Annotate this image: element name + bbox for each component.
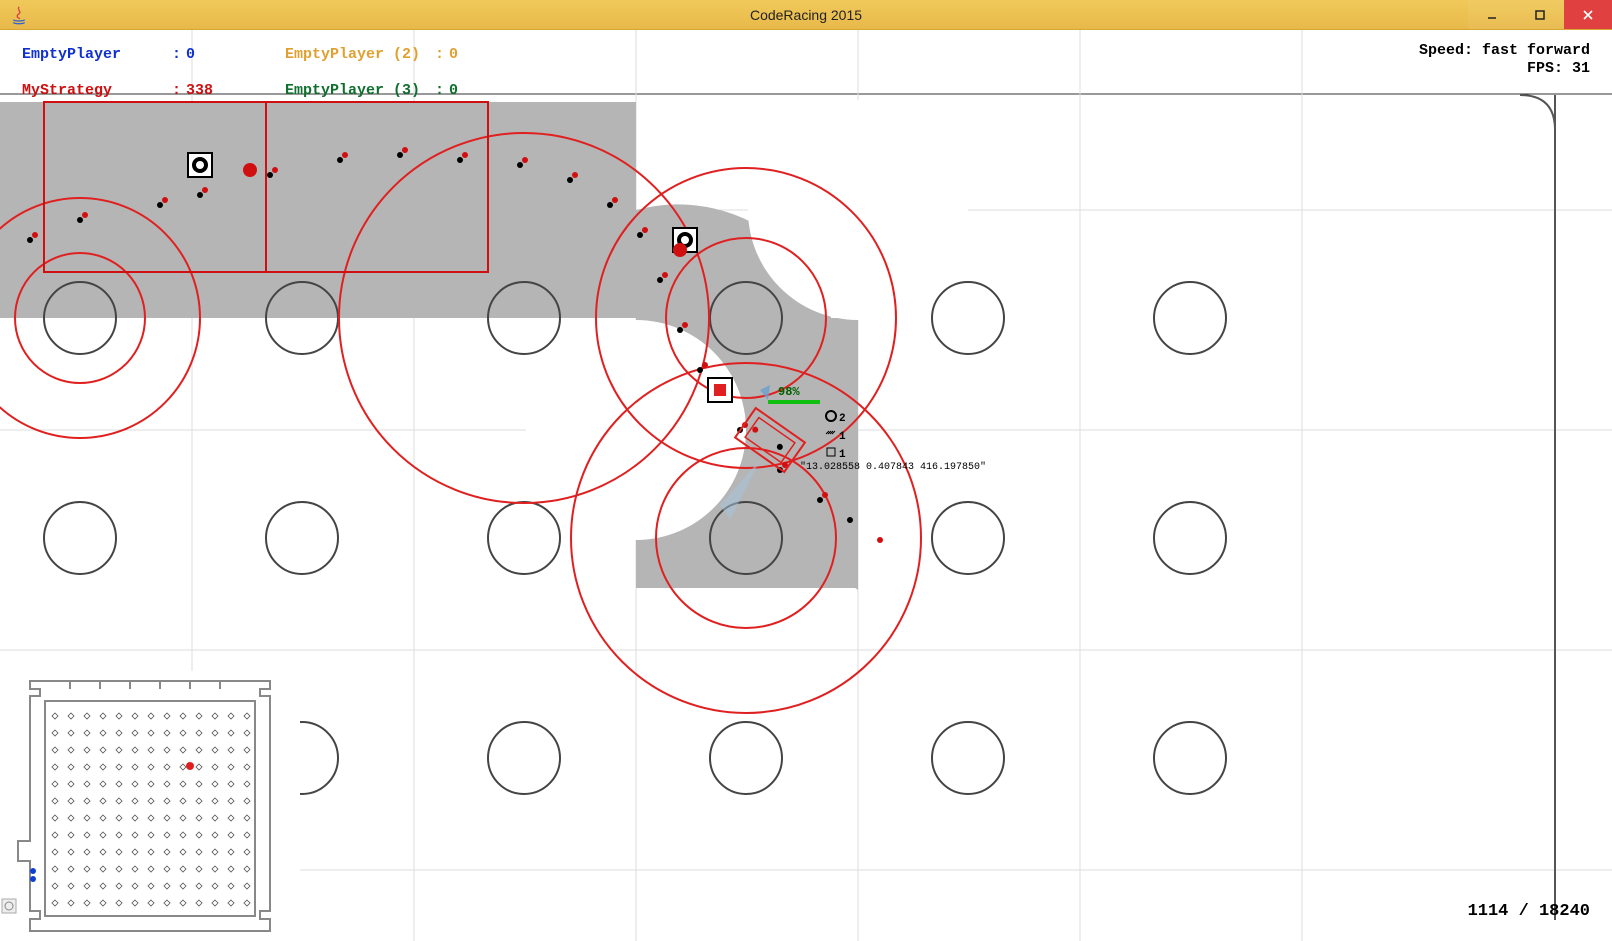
car-health-pct: 98% — [778, 385, 800, 399]
player-score: 0 — [449, 46, 458, 63]
maximize-button[interactable] — [1516, 0, 1564, 29]
tire-icon — [825, 410, 837, 428]
score-player-4: EmptyPlayer (3) : 0 — [285, 82, 458, 99]
player-name: EmptyPlayer — [22, 46, 172, 63]
window-titlebar: CodeRacing 2015 — [0, 0, 1612, 30]
minimize-button[interactable] — [1468, 0, 1516, 29]
java-icon — [8, 4, 30, 26]
speed-value: fast forward — [1482, 42, 1590, 59]
player-score: 0 — [449, 82, 458, 99]
player-name: EmptyPlayer (2) — [285, 46, 435, 63]
frame-current: 1114 — [1468, 902, 1509, 921]
car-stats: 2 1 1 — [825, 410, 846, 464]
car-debug-text: "13.028558 0.407843 416.197850" — [800, 462, 986, 473]
speed-label: Speed: — [1419, 42, 1473, 59]
score-player-3: EmptyPlayer (2) : 0 — [285, 46, 458, 63]
tire-count: 2 — [839, 412, 846, 427]
score-player-2: MyStrategy : 338 — [22, 82, 213, 99]
close-button[interactable] — [1564, 0, 1612, 29]
nitro-icon — [825, 428, 837, 446]
frame-total: 18240 — [1539, 902, 1590, 921]
frame-counter: 1114 / 18240 — [1468, 902, 1590, 921]
nitro-count: 1 — [839, 430, 846, 445]
score-player-1: EmptyPlayer : 0 — [22, 46, 195, 63]
hud-speed-fps: Speed: fast forward FPS: 31 — [1419, 42, 1590, 78]
fps-value: 31 — [1572, 60, 1590, 77]
player-name: MyStrategy — [22, 82, 172, 99]
oil-count: 1 — [839, 448, 846, 463]
fps-label: FPS: — [1527, 60, 1563, 77]
game-viewport[interactable]: EmptyPlayer : 0 MyStrategy : 338 EmptyPl… — [0, 30, 1612, 941]
player-score: 338 — [186, 82, 213, 99]
player-name: EmptyPlayer (3) — [285, 82, 435, 99]
window-title: CodeRacing 2015 — [750, 7, 862, 23]
minimap[interactable] — [0, 671, 300, 941]
window-controls — [1468, 0, 1612, 29]
player-score: 0 — [186, 46, 195, 63]
